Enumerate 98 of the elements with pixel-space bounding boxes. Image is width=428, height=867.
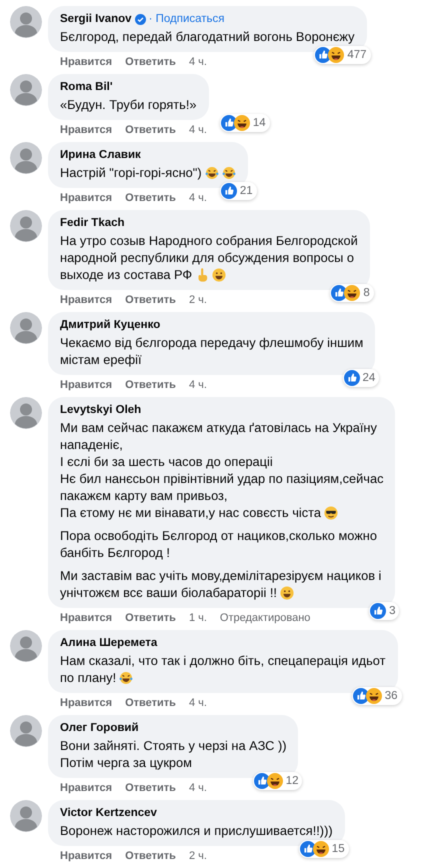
avatar[interactable]: [10, 312, 42, 344]
timestamp[interactable]: 4 ч.: [188, 124, 207, 136]
laughing-face-icon: [328, 47, 344, 63]
author-name[interactable]: Victor Kertzencev: [60, 806, 157, 821]
laughing-face-icon: [222, 166, 236, 180]
laughing-face-icon: [204, 166, 219, 180]
laughing-face-icon: [312, 841, 329, 857]
comment-text: нападеніє,: [60, 436, 123, 453]
comment-text: містам ерефії: [60, 351, 142, 368]
comment-text: Настрій "горі-горі-ясно"): [60, 164, 202, 181]
avatar[interactable]: [10, 715, 42, 747]
laughing-face-icon: [344, 285, 360, 301]
comment-text: Воронеж насторожился и прислушивается!!))): [60, 822, 333, 839]
author-name[interactable]: Ирина Славик: [60, 148, 141, 163]
avatar[interactable]: [10, 74, 42, 106]
action-link[interactable]: Ответить: [125, 124, 176, 136]
timestamp[interactable]: 2 ч.: [188, 850, 207, 862]
like-icon: [220, 183, 237, 199]
action-link[interactable]: Нравится: [60, 697, 112, 709]
comment-text: Потім черга за цукром: [60, 754, 192, 771]
laughing-face-icon: [234, 115, 250, 131]
reaction-count[interactable]: 15: [298, 840, 349, 858]
like-icon: [220, 115, 237, 131]
comment-text: Па єтому нє ми вінавати,у нас совєсть чіста: [60, 504, 321, 521]
laughing-face-icon: [266, 773, 283, 789]
reaction-count[interactable]: 36: [352, 687, 402, 705]
timestamp[interactable]: 1 ч.: [188, 612, 207, 624]
reaction-count[interactable]: 8: [330, 284, 374, 302]
laughing-face-icon: [366, 688, 382, 704]
like-icon: [370, 603, 386, 619]
comment-text: Ми вам сейчас пакажєм аткуда ґатовілась на Україну: [60, 419, 377, 436]
action-link[interactable]: Ответить: [125, 294, 176, 306]
author-name[interactable]: Алина Шеремета: [60, 636, 158, 651]
action-link[interactable]: Нравится: [60, 294, 112, 306]
timestamp[interactable]: 4 ч.: [188, 192, 207, 204]
comment-text: Ми заставім вас учіть мову,демілітарезіруєм нациков і: [60, 567, 382, 584]
comment-text: Пора освободіть Бєлгород от нациков,сколько можно: [60, 527, 377, 544]
action-link[interactable]: Ответить: [125, 850, 176, 862]
timestamp[interactable]: 4 ч.: [188, 379, 207, 391]
action-link[interactable]: Нравится: [60, 192, 112, 204]
comment-text: банбіть Бєлгород !: [60, 544, 170, 561]
like-icon: [352, 688, 369, 704]
action-link[interactable]: Ответить: [125, 697, 176, 709]
reaction-count[interactable]: 12: [252, 772, 302, 790]
edited-label: Отредактировано: [220, 612, 310, 624]
sunglasses-face-icon: [324, 506, 338, 520]
smiling-face-icon: [280, 586, 294, 600]
avatar[interactable]: [10, 630, 42, 662]
comment-text: Нє бил нанєсьон прівінтівний удар по пазіциям,сейчас: [60, 470, 384, 487]
reaction-count[interactable]: 21: [220, 182, 257, 200]
reaction-count[interactable]: 24: [342, 369, 380, 387]
follow-link[interactable]: · Подписаться: [148, 12, 225, 27]
like-icon: [254, 773, 270, 789]
comment-text: народной республики для обсуждения вопросы о: [60, 249, 354, 266]
comment-text: унічтожєм всє ваши біолабараторіі !!: [60, 584, 277, 601]
comment-text: На утро созыв Народного собрания Белгородской: [60, 232, 358, 249]
smiling-face-icon: [212, 268, 226, 282]
author-name[interactable]: Levytskyi Oleh: [60, 403, 142, 418]
action-link[interactable]: Нравится: [60, 56, 112, 68]
timestamp[interactable]: 4 ч.: [188, 782, 207, 794]
action-link[interactable]: Нравится: [60, 379, 112, 391]
reaction-count[interactable]: 3: [369, 602, 400, 620]
avatar[interactable]: [10, 210, 42, 242]
action-link[interactable]: Ответить: [125, 379, 176, 391]
like-icon: [344, 370, 360, 386]
avatar[interactable]: [10, 397, 42, 429]
author-name[interactable]: Fedir Tkach: [60, 216, 125, 231]
action-link[interactable]: Ответить: [125, 782, 176, 794]
action-link[interactable]: Нравится: [60, 850, 112, 862]
comment-text: Чекаємо від бєлгорода передачу флешмобу іншим: [60, 334, 364, 351]
comment-text: Бєлгород, передай благодатний вогонь Воронєжу: [60, 28, 355, 45]
author-name[interactable]: Roma Bil': [60, 80, 113, 95]
author-name[interactable]: Sergii Ivanov: [60, 12, 132, 27]
avatar[interactable]: [10, 6, 42, 38]
reaction-count[interactable]: 14: [220, 114, 270, 132]
comment-text: выходе из состава РФ: [60, 266, 192, 283]
timestamp[interactable]: 4 ч.: [188, 56, 207, 68]
like-icon: [300, 841, 316, 857]
author-name[interactable]: Дмитрий Куценко: [60, 318, 160, 333]
action-link[interactable]: Ответить: [125, 612, 176, 624]
action-link[interactable]: Ответить: [125, 192, 176, 204]
comment-text: Вони зайняті. Стоять у черзі на АЗС )): [60, 737, 286, 754]
laughing-face-icon: [119, 670, 134, 684]
timestamp[interactable]: 2 ч.: [188, 294, 207, 306]
avatar[interactable]: [10, 800, 42, 832]
comment-text: пакажєм карту вам привьоз,: [60, 487, 228, 504]
action-link[interactable]: Нравится: [60, 124, 112, 136]
timestamp[interactable]: 4 ч.: [188, 697, 207, 709]
comment-text: «Будун. Труби горять!»: [60, 96, 197, 113]
avatar[interactable]: [10, 142, 42, 174]
comment-text: Нам сказалі, что так і должно біть, спецаперація идьот: [60, 652, 386, 669]
action-link[interactable]: Нравится: [60, 782, 112, 794]
action-link[interactable]: Нравится: [60, 612, 112, 624]
comment-text: І єслі би за шесть часов до операціі: [60, 453, 273, 470]
author-name[interactable]: Олег Горовий: [60, 721, 139, 736]
action-link[interactable]: Ответить: [125, 56, 176, 68]
comment-text: по плану!: [60, 669, 116, 686]
reaction-count[interactable]: 477: [314, 46, 371, 64]
